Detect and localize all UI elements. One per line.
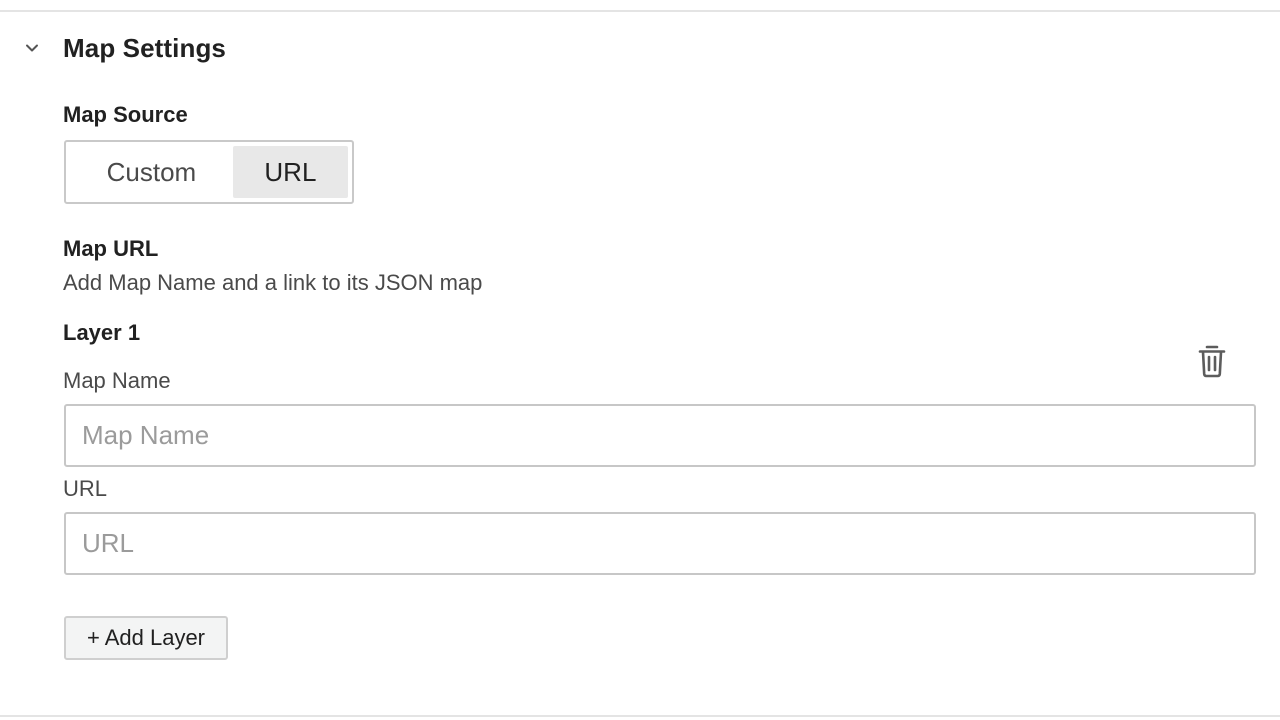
map-url-label: Map URL (63, 236, 159, 261)
map-source-toggle[interactable]: Custom URL (64, 140, 354, 204)
bottom-divider (0, 715, 1280, 717)
map-source-label: Map Source (63, 102, 188, 127)
map-settings-header[interactable]: Map Settings (20, 28, 226, 68)
section-title: Map Settings (63, 32, 226, 63)
add-layer-button[interactable]: + Add Layer (64, 616, 228, 660)
url-input[interactable] (64, 512, 1256, 575)
map-name-label: Map Name (63, 368, 171, 393)
layer-title: Layer 1 (63, 320, 141, 345)
map-source-option-url[interactable]: URL (232, 146, 348, 198)
chevron-down-icon[interactable] (20, 36, 44, 60)
map-source-option-custom[interactable]: Custom (70, 146, 233, 198)
url-label: URL (63, 476, 108, 501)
top-divider (0, 10, 1280, 12)
map-url-description: Add Map Name and a link to its JSON map (63, 270, 483, 295)
trash-icon[interactable] (1194, 342, 1230, 380)
map-name-input[interactable] (64, 404, 1256, 467)
